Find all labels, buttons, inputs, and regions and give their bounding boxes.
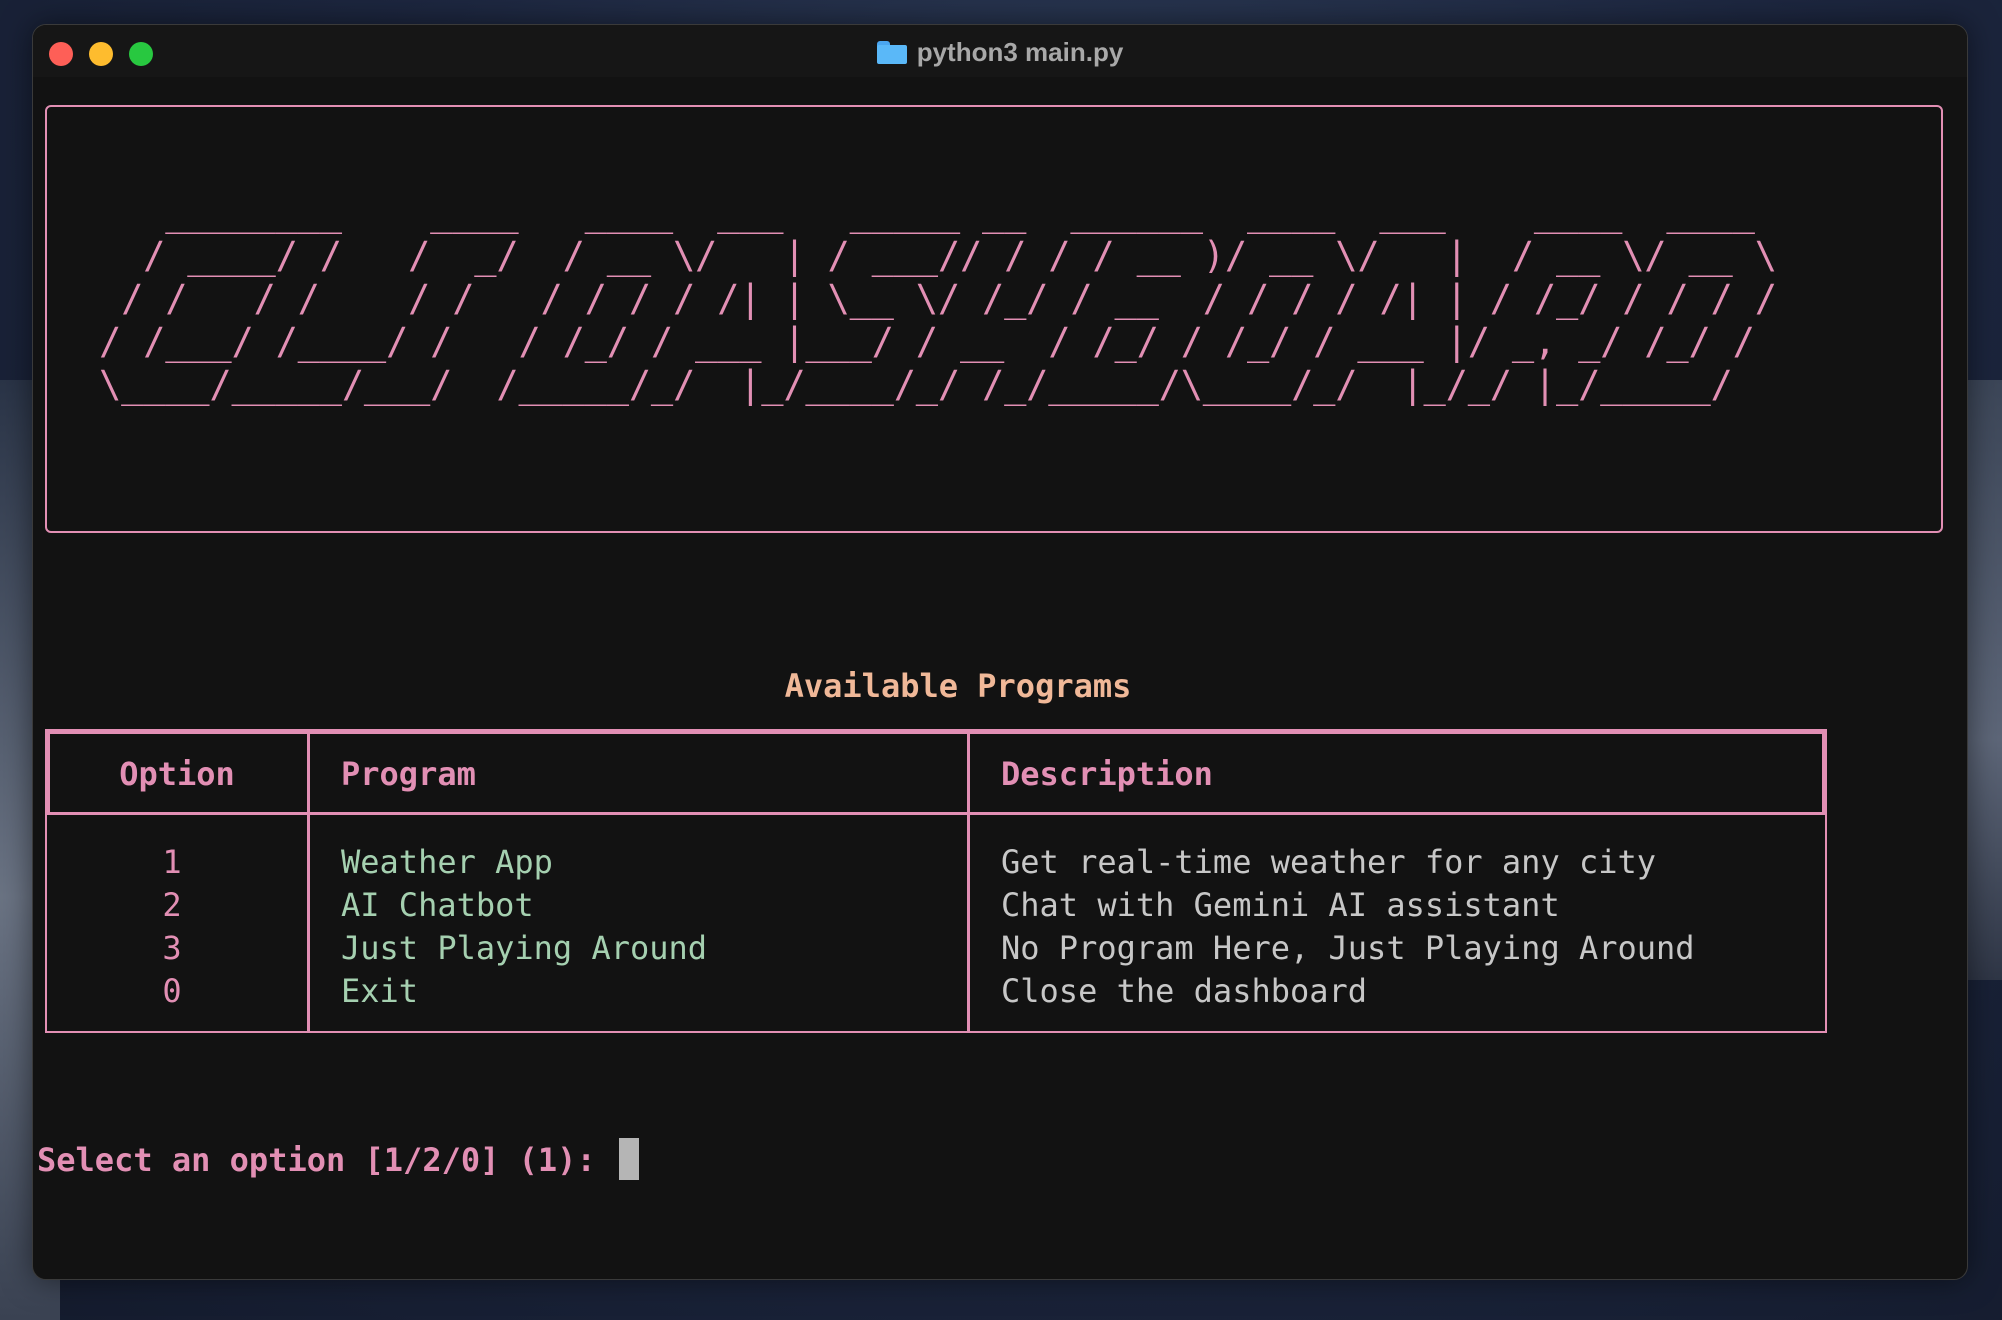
row-program: AI Chatbot <box>341 886 534 924</box>
prompt-text: Select an option [1/2/0] (1): <box>37 1141 615 1179</box>
column-divider <box>967 731 970 1031</box>
input-prompt[interactable]: Select an option [1/2/0] (1): <box>37 1138 639 1180</box>
column-header-option: Option <box>119 755 235 793</box>
row-description: Chat with Gemini AI assistant <box>1001 886 1560 924</box>
column-divider <box>307 731 310 1031</box>
row-option: 2 <box>162 886 182 924</box>
row-program: Exit <box>341 972 419 1010</box>
table-title: Available Programs <box>784 667 1132 705</box>
row-program: Weather App <box>341 843 553 881</box>
terminal-window: python3 main.py ________ ____ ____ ___ _… <box>32 24 1968 1280</box>
title-bar[interactable]: python3 main.py <box>33 25 1967 77</box>
column-header-description: Description <box>1001 755 1213 793</box>
desktop-wallpaper-right <box>1962 380 2002 980</box>
programs-table: Option Program Description 1 Weather App… <box>45 729 1827 1033</box>
row-description: Get real-time weather for any city <box>1001 843 1657 881</box>
folder-icon <box>876 41 907 64</box>
ascii-banner: ________ ____ ____ ___ _____ __ ______ _… <box>99 191 1777 406</box>
row-description: Close the dashboard <box>1001 972 1368 1010</box>
window-title: python3 main.py <box>916 37 1124 67</box>
row-description: No Program Here, Just Playing Around <box>1001 929 1695 967</box>
row-program: Just Playing Around <box>341 929 708 967</box>
row-option: 0 <box>162 972 182 1010</box>
row-option: 3 <box>162 929 182 967</box>
text-cursor[interactable] <box>618 1138 639 1180</box>
window-title-container: python3 main.py <box>33 37 1967 68</box>
row-option: 1 <box>162 843 182 881</box>
column-header-program: Program <box>341 755 476 793</box>
table-header <box>47 731 1825 815</box>
